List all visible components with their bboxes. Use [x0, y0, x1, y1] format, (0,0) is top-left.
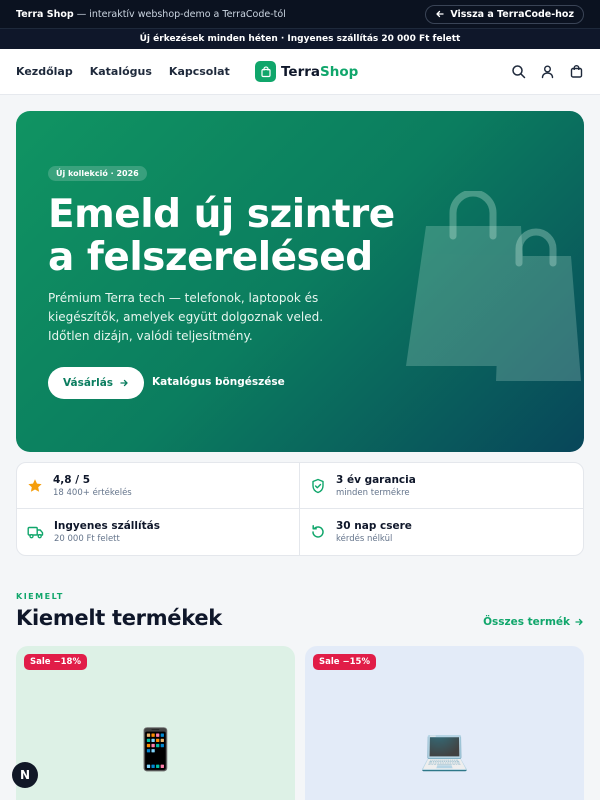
rotate-icon [312, 525, 324, 538]
shop-button[interactable]: Vásárlás [48, 367, 144, 399]
cart-icon[interactable] [569, 64, 584, 79]
topbar-brand: Terra Shop — interaktív webshop-demo a T… [16, 9, 286, 20]
section-title: Kiemelt termékek [16, 606, 222, 630]
hero-tag: Új kollekció · 2026 [48, 166, 147, 181]
product-card[interactable]: Sale −15% 💻 [305, 646, 584, 800]
hero-title-line2: a felszerelésed [48, 235, 373, 280]
shopping-bag-logo-icon [255, 61, 276, 82]
product-card[interactable]: Sale −18% 📱 [16, 646, 295, 800]
arrow-right-icon [575, 618, 583, 626]
topbar-tagline: — interaktív webshop-demo a TerraCode-tó… [76, 8, 286, 20]
stat-title: Ingyenes szállítás [54, 520, 160, 532]
site-logo[interactable]: TerraShop [255, 61, 358, 82]
stat-rating: 4,8 / 5 18 400+ értékelés [17, 463, 300, 509]
truck-icon [27, 526, 44, 539]
all-products-label: Összes termék [483, 616, 570, 628]
nav-link-contact[interactable]: Kapcsolat [169, 65, 230, 78]
logo-text-terra: Terra [281, 63, 320, 80]
stat-title: 30 nap csere [336, 520, 412, 532]
stat-subtitle: 18 400+ értékelés [53, 487, 132, 498]
stat-returns: 30 nap csere kérdés nélkül [300, 509, 583, 555]
back-to-terracode-button[interactable]: Vissza a TerraCode-hoz [425, 4, 584, 24]
back-button-label: Vissza a TerraCode-hoz [450, 8, 574, 20]
hero-description: Prémium Terra tech — telefonok, laptopok… [48, 291, 324, 343]
main-nav: Kezdőlap Katalógus Kapcsolat TerraShop [0, 49, 600, 95]
floating-n-button[interactable]: N [12, 762, 38, 788]
arrow-left-icon [436, 10, 444, 18]
promo-banner: Új érkezések minden héten · Ingyenes szá… [0, 28, 600, 49]
top-bar: Terra Shop — interaktív webshop-demo a T… [0, 0, 600, 28]
nav-link-home[interactable]: Kezdőlap [16, 65, 73, 78]
nav-link-catalog[interactable]: Katalógus [90, 65, 152, 78]
stat-subtitle: kérdés nélkül [336, 534, 393, 544]
section-kicker: KIEMELT [16, 592, 64, 601]
stat-warranty: 3 év garancia minden termékre [300, 463, 583, 509]
stat-title: 4,8 / 5 [53, 473, 91, 486]
hero-title: Emeld új szintre a felszerelésed [48, 193, 395, 279]
stat-subtitle: minden termékre [336, 487, 410, 498]
shopping-bags-illustration [406, 191, 581, 381]
arrow-right-icon [120, 379, 128, 387]
all-products-link[interactable]: Összes termék [483, 616, 584, 628]
stat-shipping: Ingyenes szállítás 20 000 Ft felett [17, 509, 300, 555]
logo-text-shop: Shop [320, 63, 359, 80]
benefits-panel: 4,8 / 5 18 400+ értékelés 3 év garancia mi… [16, 462, 584, 556]
stat-title: 3 év garancia [336, 473, 416, 486]
topbar-brand-name: Terra Shop [16, 8, 74, 20]
star-icon [28, 478, 42, 492]
stat-subtitle: 20 000 Ft felett [54, 534, 120, 544]
sale-badge: Sale −18% [24, 654, 87, 670]
shop-button-label: Vásárlás [62, 377, 114, 389]
hero-title-line1: Emeld új szintre [48, 192, 395, 237]
laptop-icon: 💻 [419, 727, 470, 773]
phone-icon: 📱 [130, 727, 181, 773]
hero-banner: Új kollekció · 2026 Emeld új szintre a f… [16, 111, 584, 452]
sale-badge: Sale −15% [313, 654, 376, 670]
browse-catalog-link[interactable]: Katalógus böngészése [152, 376, 285, 388]
user-icon[interactable] [540, 64, 555, 79]
shield-check-icon [312, 478, 324, 493]
search-icon[interactable] [511, 64, 526, 79]
